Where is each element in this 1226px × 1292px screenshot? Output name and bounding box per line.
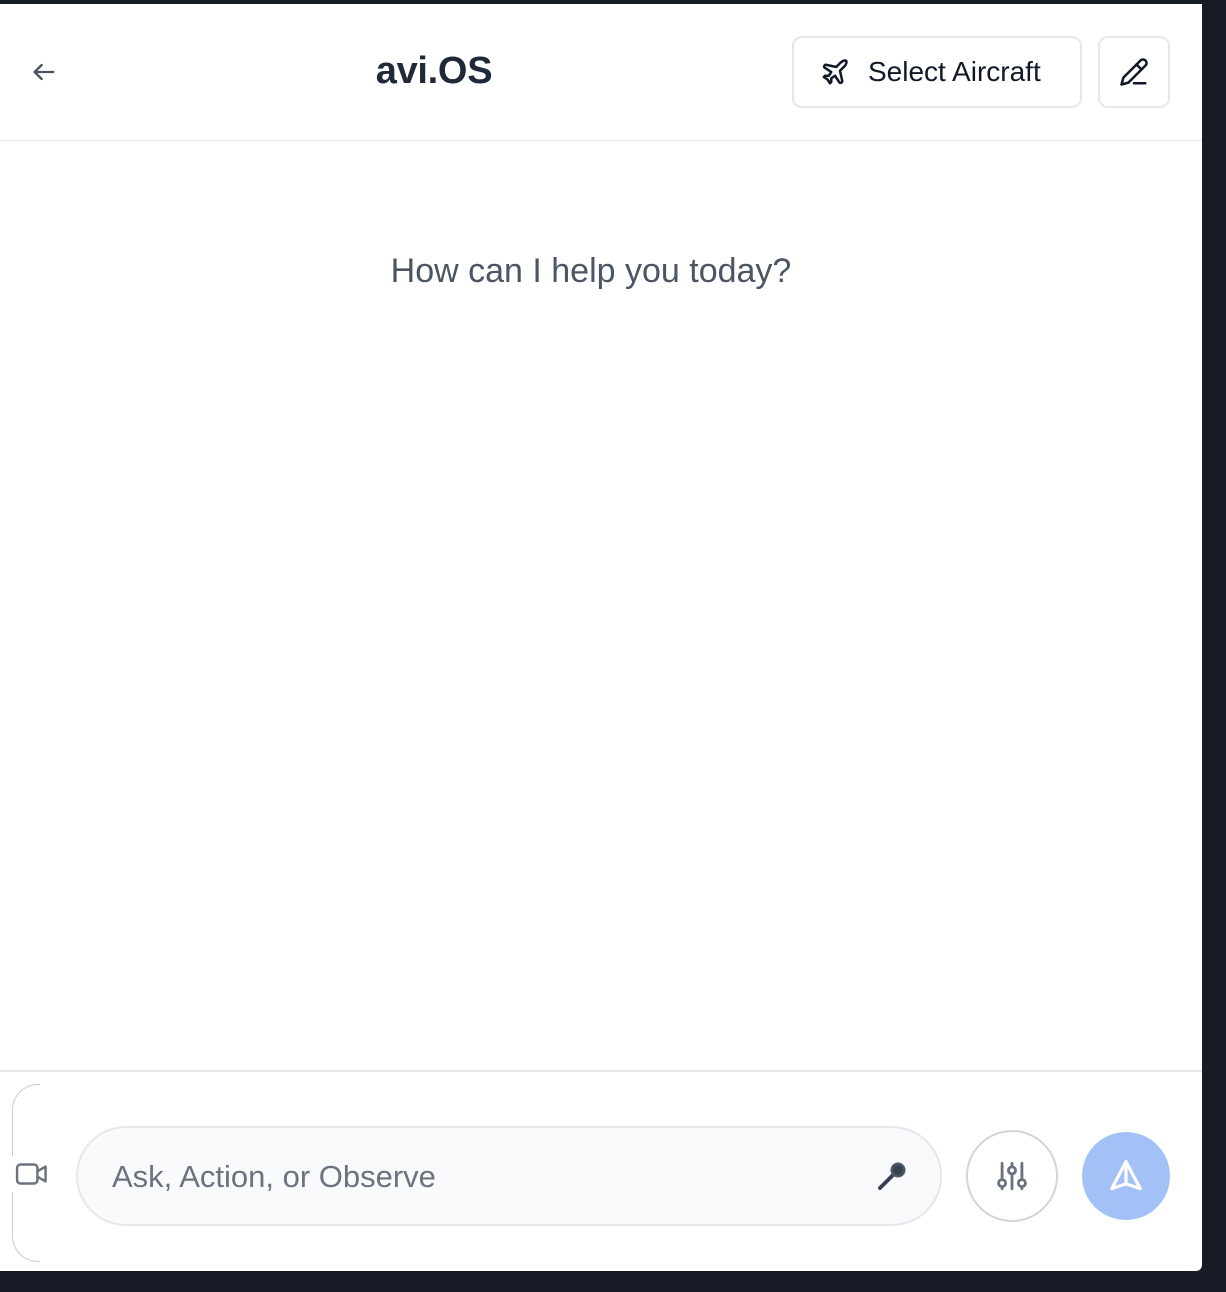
video-camera-icon	[15, 1163, 47, 1185]
app-window: avi.OS Select Aircraft How can I help yo…	[0, 4, 1202, 1271]
send-button[interactable]	[1082, 1132, 1170, 1220]
composer-bar	[0, 1070, 1202, 1271]
back-button[interactable]	[22, 52, 66, 92]
pencil-icon	[1120, 58, 1148, 86]
sliders-icon	[997, 1161, 1027, 1191]
microphone-button[interactable]	[872, 1156, 912, 1196]
page-title: avi.OS	[375, 50, 493, 92]
settings-button[interactable]	[966, 1130, 1058, 1222]
select-aircraft-label: Select Aircraft	[868, 56, 1041, 87]
video-button[interactable]	[10, 1156, 54, 1192]
microphone-icon	[878, 1162, 906, 1190]
edit-button[interactable]	[1098, 36, 1170, 108]
message-input-container	[76, 1126, 942, 1226]
send-icon	[1110, 1160, 1142, 1191]
greeting-text: How can I help you today?	[390, 252, 792, 290]
arrow-left-icon	[33, 63, 55, 81]
header: avi.OS Select Aircraft	[0, 4, 1202, 141]
plane-icon	[822, 59, 848, 85]
message-input[interactable]	[110, 1148, 854, 1206]
select-aircraft-button[interactable]: Select Aircraft	[792, 36, 1082, 108]
